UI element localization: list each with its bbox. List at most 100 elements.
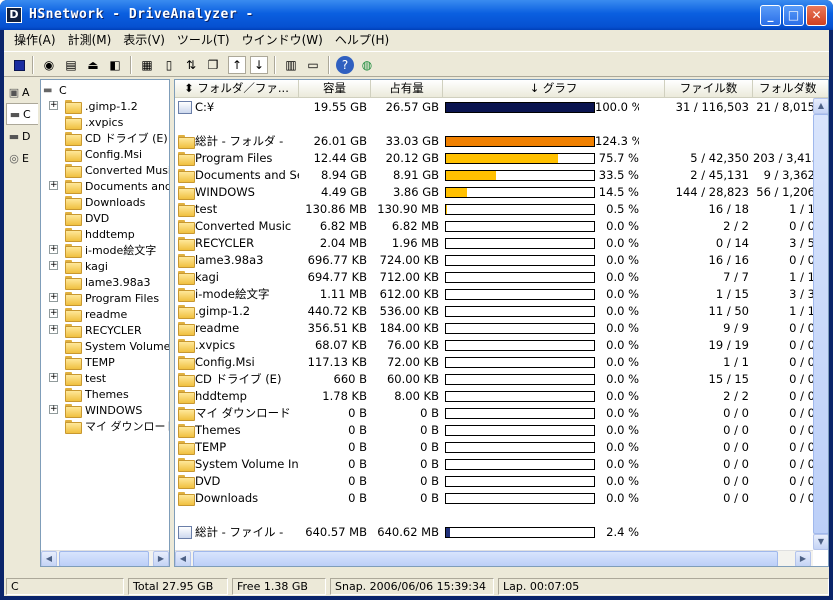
- table-row[interactable]: TEMP 0 B 0 B 0.0 % 0 / 0 0 / 0: [175, 439, 815, 456]
- table-row[interactable]: 総計 - フォルダ - 26.01 GB 33.03 GB 124.3 %: [175, 133, 815, 150]
- table-row[interactable]: 総計 - ファイル - 640.57 MB 640.62 MB 2.4 %: [175, 524, 815, 541]
- tree-item[interactable]: + WINDOWS: [41, 402, 169, 418]
- expand-icon[interactable]: +: [49, 405, 58, 414]
- table-row[interactable]: hddtemp 1.78 KB 8.00 KB 0.0 % 2 / 2 0 / 0: [175, 388, 815, 405]
- menu-item[interactable]: 操作(A): [8, 30, 62, 50]
- close-button[interactable]: ✕: [806, 5, 827, 26]
- col-folder[interactable]: ⬍ フォルダ／ファ...: [175, 80, 299, 97]
- table-row[interactable]: test 130.86 MB 130.90 MB 0.5 % 16 / 18 1 / 1: [175, 201, 815, 218]
- menu-item[interactable]: ツール(T): [171, 30, 236, 50]
- tree-item[interactable]: + Documents and S: [41, 178, 169, 194]
- scroll-right-icon[interactable]: ▶: [153, 551, 169, 566]
- tree-item[interactable]: マイ ダウンロード: [41, 418, 169, 434]
- drive-measure-icon[interactable]: ⏏: [84, 56, 102, 74]
- table-row[interactable]: i-mode絵文字 1.11 MB 612.00 KB 0.0 % 1 / 15 3 / …: [175, 286, 815, 303]
- table-row[interactable]: Converted Music 6.82 MB 6.82 MB 0.0 % 2 / 2 0…: [175, 218, 815, 235]
- folder-tree[interactable]: ▬ C ◀ ▶ + .gimp-1.2 .xvpics CD ドライブ (E) Conf…: [40, 79, 170, 567]
- tree-view-icon[interactable]: ▥: [282, 56, 300, 74]
- folder-list[interactable]: ⬍ フォルダ／ファ... 容量 占有量 ↓ グラフ ファイル数 フォルダ数 C:…: [174, 79, 829, 567]
- menu-item[interactable]: 計測(M): [62, 30, 118, 50]
- table-row[interactable]: kagi 694.77 KB 712.00 KB 0.0 % 7 / 7 1 / 1: [175, 269, 815, 286]
- scroll-left-icon[interactable]: ◀: [41, 551, 57, 566]
- expand-icon[interactable]: +: [49, 325, 58, 334]
- new-document-icon[interactable]: ▯: [160, 56, 178, 74]
- arrow-down-icon[interactable]: ↓: [250, 56, 268, 74]
- app-icon[interactable]: D: [6, 7, 22, 23]
- table-row[interactable]: RECYCLER 2.04 MB 1.96 MB 0.0 % 0 / 14 3 / 5: [175, 235, 815, 252]
- col-occupied[interactable]: 占有量: [371, 80, 443, 97]
- col-capacity[interactable]: 容量: [299, 80, 371, 97]
- list-vertical-scrollbar[interactable]: ▲ ▼: [813, 98, 828, 550]
- table-row[interactable]: System Volume Inf... 0 B 0 B 0.0 % 0 / 0 0 / …: [175, 456, 815, 473]
- table-row[interactable]: WINDOWS 4.49 GB 3.86 GB 14.5 % 144 / 28,823 5…: [175, 184, 815, 201]
- table-row[interactable]: Config.Msi 117.13 KB 72.00 KB 0.0 % 1 / 1 0 /…: [175, 354, 815, 371]
- help-icon[interactable]: ?: [336, 56, 354, 74]
- col-folders[interactable]: フォルダ数: [753, 80, 828, 97]
- tree-item[interactable]: .xvpics: [41, 114, 169, 130]
- scroll-up-icon[interactable]: ▲: [813, 98, 828, 114]
- menu-item[interactable]: ウインドウ(W): [236, 30, 329, 50]
- measure-icon[interactable]: ◉: [40, 56, 58, 74]
- expand-icon[interactable]: +: [49, 261, 58, 270]
- table-row[interactable]: Documents and Set... 8.94 GB 8.91 GB 33.5 %…: [175, 167, 815, 184]
- sort-icon[interactable]: ⇅: [182, 56, 200, 74]
- tree-item[interactable]: Themes: [41, 386, 169, 402]
- drive-tab[interactable]: ▬ C: [6, 103, 38, 125]
- tree-item[interactable]: lame3.98a3: [41, 274, 169, 290]
- table-row[interactable]: .xvpics 68.07 KB 76.00 KB 0.0 % 19 / 19 0 / 0: [175, 337, 815, 354]
- drive-tab[interactable]: ▣ A: [6, 81, 38, 103]
- compare-icon[interactable]: ◧: [106, 56, 124, 74]
- tree-horizontal-scrollbar[interactable]: ◀ ▶: [41, 550, 169, 566]
- drive-tab[interactable]: ▬ D: [6, 125, 38, 147]
- tree-item[interactable]: System Volume I: [41, 338, 169, 354]
- table-row[interactable]: Program Files 12.44 GB 20.12 GB 75.7 % 5 / 4…: [175, 150, 815, 167]
- list-hscroll-thumb[interactable]: [193, 551, 778, 566]
- table-row[interactable]: CD ドライブ (E) 660 B 60.00 KB 0.0 % 15 / 15 0 / …: [175, 371, 815, 388]
- table-row[interactable]: .gimp-1.2 440.72 KB 536.00 KB 0.0 % 11 / 50 1…: [175, 303, 815, 320]
- table-row[interactable]: C:¥ 19.55 GB 26.57 GB 100.0 % 31 / 116,503 21…: [175, 99, 815, 116]
- drive-tab[interactable]: ◎ E: [6, 147, 38, 169]
- table-row[interactable]: Downloads 0 B 0 B 0.0 % 0 / 0 0 / 0: [175, 490, 815, 507]
- tree-root[interactable]: ▬ C: [43, 82, 169, 98]
- expand-icon[interactable]: +: [49, 101, 58, 110]
- maximize-button[interactable]: □: [783, 5, 804, 26]
- copy-icon[interactable]: ❐: [204, 56, 222, 74]
- table-row[interactable]: DVD 0 B 0 B 0.0 % 0 / 0 0 / 0: [175, 473, 815, 490]
- open-folder-icon[interactable]: ▭: [304, 56, 322, 74]
- tree-item[interactable]: + test: [41, 370, 169, 386]
- menu-item[interactable]: 表示(V): [117, 30, 171, 50]
- expand-icon[interactable]: +: [49, 309, 58, 318]
- tree-item[interactable]: + i-mode絵文字: [41, 242, 169, 258]
- report-icon[interactable]: ▦: [138, 56, 156, 74]
- table-row[interactable]: readme 356.51 KB 184.00 KB 0.0 % 9 / 9 0 / 0: [175, 320, 815, 337]
- expand-icon[interactable]: +: [49, 245, 58, 254]
- table-row[interactable]: lame3.98a3 696.77 KB 724.00 KB 0.0 % 16 / 16…: [175, 252, 815, 269]
- list-horizontal-scrollbar[interactable]: ◀ ▶: [175, 550, 813, 566]
- list-scroll-thumb[interactable]: [813, 114, 828, 534]
- tree-item[interactable]: Converted Music: [41, 162, 169, 178]
- folder-measure-icon[interactable]: ▤: [62, 56, 80, 74]
- scroll-down-icon[interactable]: ▼: [813, 534, 828, 550]
- menu-item[interactable]: ヘルプ(H): [329, 30, 395, 50]
- col-graph[interactable]: ↓ グラフ: [443, 80, 665, 97]
- tree-item[interactable]: + RECYCLER: [41, 322, 169, 338]
- stop-icon[interactable]: [10, 56, 28, 74]
- minimize-button[interactable]: _: [760, 5, 781, 26]
- expand-icon[interactable]: +: [49, 293, 58, 302]
- table-row[interactable]: Themes 0 B 0 B 0.0 % 0 / 0 0 / 0: [175, 422, 815, 439]
- tree-scroll-thumb[interactable]: [59, 551, 149, 566]
- tree-item[interactable]: Downloads: [41, 194, 169, 210]
- list-scroll-right-icon[interactable]: ▶: [795, 551, 811, 566]
- tree-item[interactable]: TEMP: [41, 354, 169, 370]
- table-row[interactable]: マイ ダウンロード 0 B 0 B 0.0 % 0 / 0 0 / 0: [175, 405, 815, 422]
- expand-icon[interactable]: +: [49, 181, 58, 190]
- tree-item[interactable]: Config.Msi: [41, 146, 169, 162]
- tree-item[interactable]: CD ドライブ (E): [41, 130, 169, 146]
- tree-item[interactable]: + readme: [41, 306, 169, 322]
- tree-item[interactable]: + Program Files: [41, 290, 169, 306]
- globe-icon[interactable]: ◍: [358, 56, 376, 74]
- list-scroll-left-icon[interactable]: ◀: [175, 551, 191, 566]
- tree-item[interactable]: DVD: [41, 210, 169, 226]
- arrow-up-icon[interactable]: ↑: [228, 56, 246, 74]
- col-files[interactable]: ファイル数: [665, 80, 753, 97]
